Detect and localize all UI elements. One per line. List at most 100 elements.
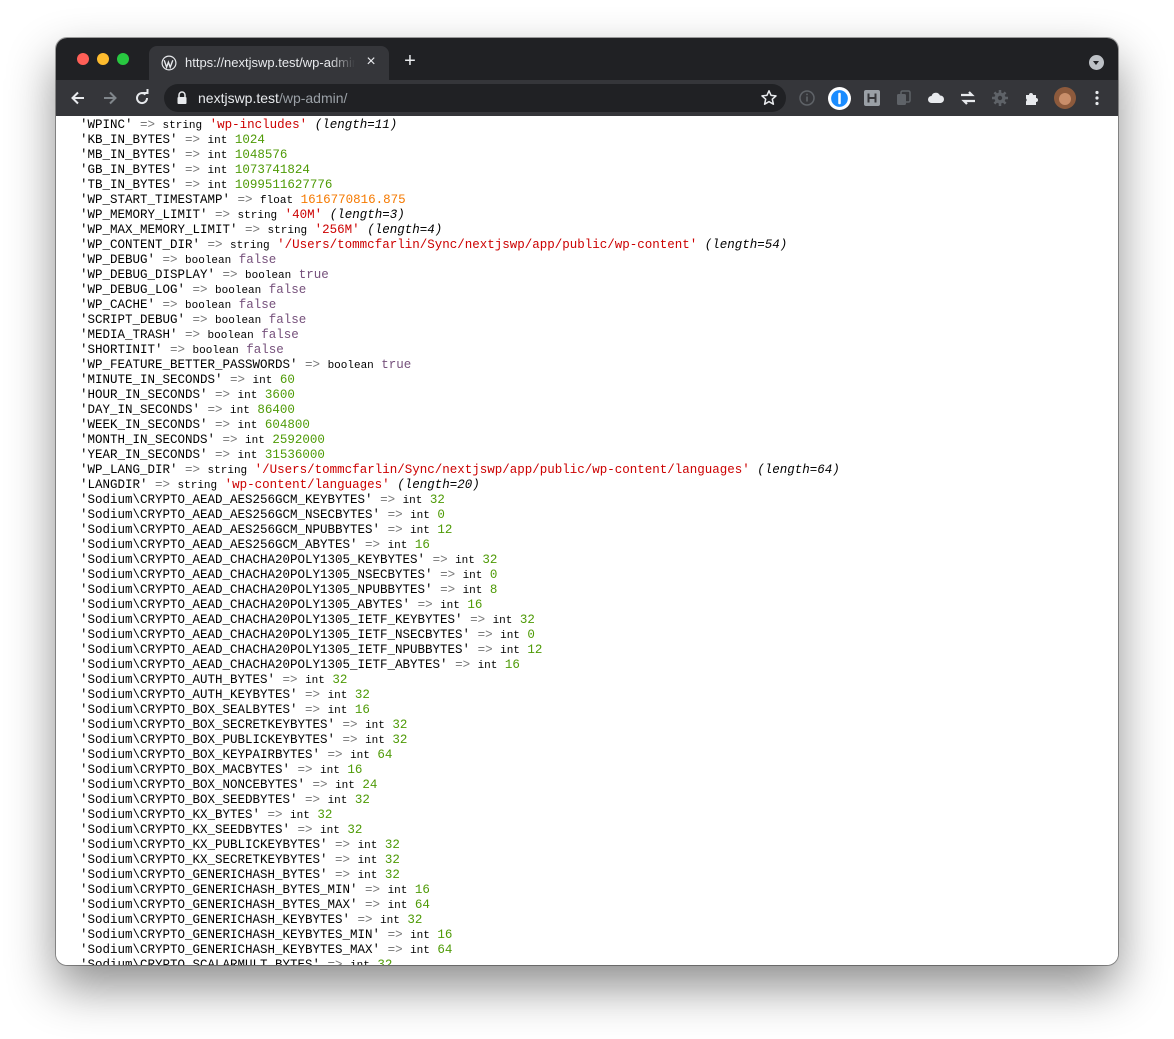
entry-value: 1073741824 bbox=[234, 163, 310, 177]
dump-entry: 'DAY_IN_SECONDS' => int 86400 bbox=[80, 403, 840, 418]
entry-key: 'Sodium\CRYPTO_KX_SECRETKEYBYTES' bbox=[80, 853, 328, 867]
copy-extension-icon[interactable] bbox=[895, 89, 913, 107]
new-tab-button[interactable]: + bbox=[400, 51, 420, 72]
onepassword-icon[interactable] bbox=[828, 87, 851, 110]
back-icon[interactable] bbox=[68, 88, 88, 108]
entry-arrow: => bbox=[327, 868, 358, 882]
entry-key: 'WPINC' bbox=[80, 118, 133, 132]
entry-arrow: => bbox=[207, 208, 238, 222]
entry-type: int bbox=[440, 600, 460, 612]
window-maximize-button[interactable] bbox=[117, 53, 129, 65]
dump-entry: 'WP_FEATURE_BETTER_PASSWORDS' => boolean… bbox=[80, 358, 840, 373]
entry-arrow: => bbox=[357, 883, 388, 897]
entry-arrow: => bbox=[335, 718, 366, 732]
entry-value: 32 bbox=[317, 808, 333, 822]
info-icon[interactable] bbox=[798, 89, 816, 107]
entry-value: 86400 bbox=[257, 403, 295, 417]
entry-value: 604800 bbox=[264, 418, 310, 432]
cloud-icon[interactable] bbox=[927, 89, 945, 107]
h-extension-icon[interactable] bbox=[863, 89, 881, 107]
entry-type: int bbox=[357, 870, 378, 882]
dump-entry: 'Sodium\CRYPTO_BOX_SEEDBYTES' => int 32 bbox=[80, 793, 840, 808]
dump-entry: 'Sodium\CRYPTO_KX_SEEDBYTES' => int 32 bbox=[80, 823, 840, 838]
entry-length: (length=3) bbox=[329, 208, 405, 222]
entry-value: 1048576 bbox=[234, 148, 288, 162]
entry-value: 31536000 bbox=[264, 448, 325, 462]
lock-icon[interactable] bbox=[176, 91, 188, 105]
dump-entry: 'GB_IN_BYTES' => int 1073741824 bbox=[80, 163, 840, 178]
window-minimize-button[interactable] bbox=[97, 53, 109, 65]
entry-value: 24 bbox=[362, 778, 378, 792]
entry-key: 'WP_CACHE' bbox=[80, 298, 156, 312]
wordpress-icon bbox=[161, 55, 177, 71]
entry-arrow: => bbox=[327, 853, 358, 867]
dump-entry: 'Sodium\CRYPTO_GENERICHASH_BYTES_MIN' =>… bbox=[80, 883, 840, 898]
gear-icon[interactable] bbox=[991, 89, 1009, 107]
entry-type: int bbox=[410, 510, 430, 522]
entry-value: 16 bbox=[414, 883, 430, 897]
dump-entry: 'MEDIA_TRASH' => boolean false bbox=[80, 328, 840, 343]
entry-type: boolean bbox=[185, 300, 232, 312]
entry-type: int bbox=[462, 585, 483, 597]
entry-type: int bbox=[500, 645, 520, 657]
browser-window: https://nextjswp.test/wp-admin/ × + next… bbox=[56, 38, 1118, 965]
dump-entry: 'WP_MAX_MEMORY_LIMIT' => string '256M' (… bbox=[80, 223, 840, 238]
address-bar[interactable]: nextjswp.test/wp-admin/ bbox=[164, 84, 786, 112]
dump-entry: 'MB_IN_BYTES' => int 1048576 bbox=[80, 148, 840, 163]
dump-entry: 'Sodium\CRYPTO_AUTH_BYTES' => int 32 bbox=[80, 673, 840, 688]
entry-type: string bbox=[162, 120, 203, 132]
tab-active[interactable]: https://nextjswp.test/wp-admin/ × bbox=[149, 46, 389, 80]
entry-arrow: => bbox=[222, 373, 253, 387]
entry-type: int bbox=[380, 915, 400, 927]
entry-type: int bbox=[327, 705, 348, 717]
entry-arrow: => bbox=[380, 928, 411, 942]
entry-value: 32 bbox=[332, 673, 348, 687]
entry-arrow: => bbox=[350, 913, 381, 927]
entry-value: 32 bbox=[384, 853, 400, 867]
entry-key: 'Sodium\CRYPTO_AEAD_AES256GCM_ABYTES' bbox=[80, 538, 358, 552]
window-close-button[interactable] bbox=[77, 53, 89, 65]
reload-icon[interactable] bbox=[132, 88, 152, 108]
entry-type: boolean bbox=[185, 255, 232, 267]
entry-arrow: => bbox=[177, 133, 208, 147]
bookmark-star-icon[interactable] bbox=[760, 89, 778, 107]
menu-kebab-icon[interactable] bbox=[1088, 89, 1106, 107]
entry-arrow: => bbox=[147, 478, 178, 492]
entry-arrow: => bbox=[200, 403, 231, 417]
extensions-puzzle-icon[interactable] bbox=[1023, 89, 1041, 107]
entry-key: 'WEEK_IN_SECONDS' bbox=[80, 418, 208, 432]
entry-type: boolean bbox=[207, 330, 254, 342]
entry-arrow: => bbox=[162, 343, 193, 357]
sync-arrows-icon[interactable] bbox=[959, 89, 977, 107]
entry-value: 32 bbox=[377, 958, 393, 965]
entry-arrow: => bbox=[177, 178, 208, 192]
entry-length: (length=11) bbox=[314, 118, 398, 132]
entry-key: 'HOUR_IN_SECONDS' bbox=[80, 388, 208, 402]
entry-value: 'wp-includes' bbox=[209, 118, 308, 132]
tab-search-button[interactable] bbox=[1089, 55, 1104, 70]
entry-value: 16 bbox=[437, 928, 453, 942]
entry-key: 'Sodium\CRYPTO_AUTH_BYTES' bbox=[80, 673, 276, 687]
dump-entry: 'WP_START_TIMESTAMP' => float 1616770816… bbox=[80, 193, 840, 208]
dump-entry: 'Sodium\CRYPTO_BOX_SECRETKEYBYTES' => in… bbox=[80, 718, 840, 733]
entry-arrow: => bbox=[432, 568, 463, 582]
entry-type: int bbox=[237, 450, 258, 462]
tab-close-icon[interactable]: × bbox=[363, 54, 379, 70]
entry-value: 60 bbox=[279, 373, 295, 387]
entry-key: 'WP_START_TIMESTAMP' bbox=[80, 193, 231, 207]
dump-entry: 'Sodium\CRYPTO_AEAD_CHACHA20POLY1305_NSE… bbox=[80, 568, 840, 583]
dump-entry: 'WPINC' => string 'wp-includes' (length=… bbox=[80, 118, 840, 133]
forward-icon[interactable] bbox=[100, 88, 120, 108]
entry-type: int bbox=[207, 180, 228, 192]
entry-key: 'WP_MAX_MEMORY_LIMIT' bbox=[80, 223, 238, 237]
entry-arrow: => bbox=[305, 778, 336, 792]
dump-entry: 'YEAR_IN_SECONDS' => int 31536000 bbox=[80, 448, 840, 463]
entry-type: float bbox=[260, 195, 294, 207]
entry-type: int bbox=[327, 690, 348, 702]
entry-value: true bbox=[298, 268, 329, 282]
entry-key: 'Sodium\CRYPTO_SCALARMULT_BYTES' bbox=[80, 958, 321, 965]
entry-key: 'Sodium\CRYPTO_BOX_SEALBYTES' bbox=[80, 703, 298, 717]
profile-avatar[interactable] bbox=[1054, 87, 1076, 109]
entry-type: int bbox=[207, 150, 228, 162]
dump-entry: 'Sodium\CRYPTO_BOX_PUBLICKEYBYTES' => in… bbox=[80, 733, 840, 748]
